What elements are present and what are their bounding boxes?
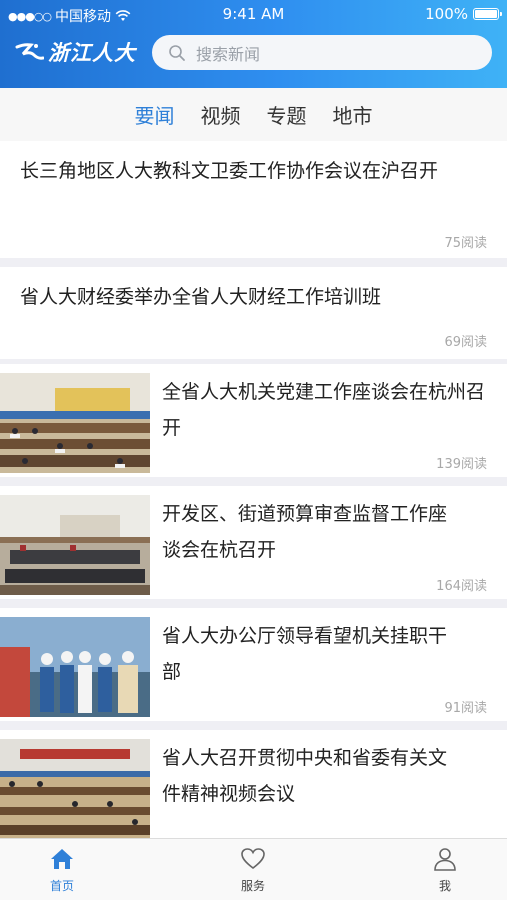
- status-right: 100%: [425, 5, 502, 23]
- news-title: 长三角地区人大教科文卫委工作协作会议在沪召开: [20, 160, 439, 182]
- search-icon: [169, 44, 185, 61]
- news-read-count: 139阅读: [436, 457, 487, 472]
- logo-mark-icon: [15, 43, 44, 60]
- status-bar: ●●●○○ 中国移动 9:41 AM 100%: [0, 0, 507, 28]
- news-item[interactable]: 全省人大机关党建工作座谈会在杭州召开 139阅读: [0, 364, 507, 477]
- news-thumbnail: [0, 739, 150, 839]
- news-thumbnail: [0, 373, 150, 473]
- news-title: 省人大办公厅领导看望机关挂职干部: [162, 625, 448, 683]
- news-thumbnail: [0, 495, 150, 595]
- tabbar-service-label: 服务: [240, 879, 265, 893]
- logo-text: 浙江人大: [48, 41, 136, 65]
- category-tabs: 要闻 视频 专题 地市: [0, 88, 507, 141]
- app-logo: 浙江人大: [14, 36, 136, 68]
- news-item[interactable]: 省人大召开贯彻中央和省委有关文件精神视频会议: [0, 730, 507, 839]
- news-read-count: 69阅读: [444, 335, 487, 350]
- news-read-count: 75阅读: [444, 236, 487, 251]
- tab-headlines[interactable]: 要闻: [135, 100, 175, 129]
- tabbar-home-label: 首页: [49, 879, 74, 893]
- tabbar-service[interactable]: 服务: [213, 847, 293, 894]
- news-item[interactable]: 长三角地区人大教科文卫委工作协作会议在沪召开 75阅读: [0, 141, 507, 258]
- tabbar-me-label: 我: [438, 879, 451, 893]
- news-item[interactable]: 省人大财经委举办全省人大财经工作培训班 69阅读: [0, 267, 507, 359]
- search-placeholder: 搜索新闻: [196, 44, 261, 64]
- news-thumbnail: [0, 617, 150, 717]
- heart-icon: [241, 848, 265, 870]
- news-item[interactable]: 省人大办公厅领导看望机关挂职干部 91阅读: [0, 608, 507, 721]
- bottom-tab-bar: 首页 服务 我: [0, 838, 507, 900]
- tab-cities[interactable]: 地市: [333, 100, 373, 129]
- home-icon: [51, 849, 73, 869]
- tabbar-home[interactable]: 首页: [22, 847, 102, 894]
- news-read-count: 91阅读: [444, 701, 487, 716]
- search-input[interactable]: 搜索新闻: [152, 35, 492, 70]
- news-title: 省人大召开贯彻中央和省委有关文件精神视频会议: [162, 747, 448, 805]
- news-title: 省人大财经委举办全省人大财经工作培训班: [20, 286, 382, 308]
- app-header: ●●●○○ 中国移动 9:41 AM 100% 浙江人大 搜索新闻: [0, 0, 507, 88]
- tab-special[interactable]: 专题: [267, 100, 307, 129]
- news-read-count: 164阅读: [436, 579, 487, 594]
- tabbar-me[interactable]: 我: [405, 847, 485, 894]
- battery-icon: [473, 8, 502, 20]
- news-title: 开发区、街道预算审查监督工作座谈会在杭召开: [162, 503, 448, 561]
- battery-percent: 100%: [425, 5, 468, 23]
- user-icon: [434, 848, 456, 871]
- news-title: 全省人大机关党建工作座谈会在杭州召开: [162, 381, 486, 439]
- news-item[interactable]: 开发区、街道预算审查监督工作座谈会在杭召开 164阅读: [0, 486, 507, 599]
- tab-video[interactable]: 视频: [201, 100, 241, 129]
